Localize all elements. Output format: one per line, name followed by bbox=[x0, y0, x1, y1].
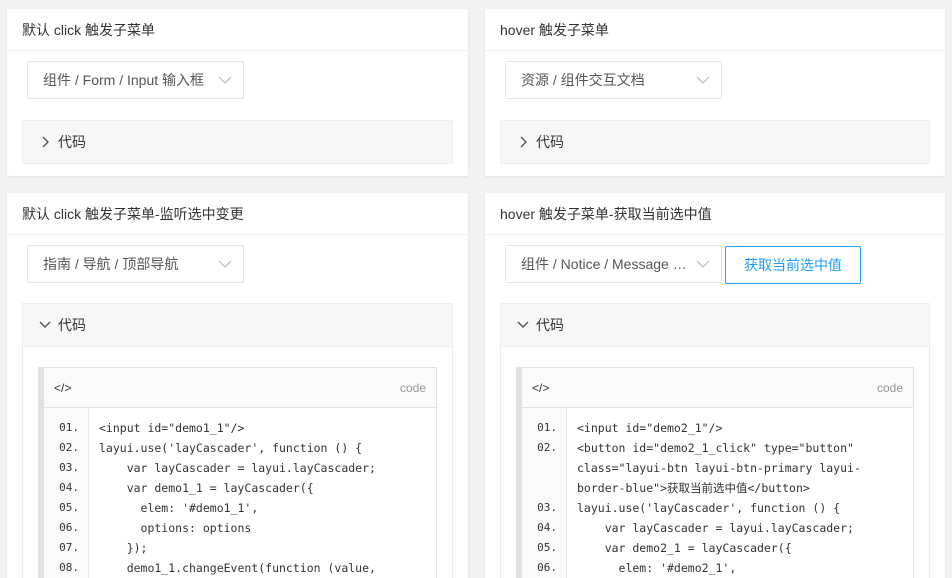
collapse-toggle[interactable]: 代码 bbox=[23, 121, 452, 163]
code-body: 01. 02. 03. 04. 05. 06. <input id="demo2… bbox=[522, 408, 913, 578]
chevron-right-icon bbox=[520, 136, 527, 148]
code-line: border-blue">获取当前选中值</button> bbox=[577, 481, 810, 495]
line-number: 08. bbox=[59, 561, 79, 574]
code-icon: </> bbox=[54, 381, 72, 395]
code-line: <button id="demo2_1_click" type="button" bbox=[577, 441, 854, 455]
cascader-select[interactable]: 组件 / Form / Input 输入框 bbox=[27, 61, 244, 99]
line-number: 03. bbox=[59, 461, 79, 474]
code-header: </> code bbox=[44, 368, 436, 408]
line-number-gutter: 01. 02. 03. 04. 05. 06. 07. 08. bbox=[44, 408, 89, 578]
card-body: 资源 / 组件交互文档 代码 bbox=[485, 51, 945, 174]
line-number: 06. bbox=[59, 521, 79, 534]
collapse-label: 代码 bbox=[536, 134, 564, 150]
chevron-right-icon bbox=[42, 136, 49, 148]
code-collapse: 代码 </> code 01. 02. 03. 04. 05. 06. 07. … bbox=[22, 303, 453, 578]
code-line: layui.use('layCascader', function () { bbox=[577, 501, 841, 515]
chevron-down-icon bbox=[696, 260, 710, 268]
line-number: 03. bbox=[537, 501, 557, 514]
code-lang-label: code bbox=[399, 381, 426, 395]
code-line: <input id="demo1_1"/> bbox=[99, 421, 245, 435]
code-collapse: 代码 bbox=[500, 120, 930, 164]
code-lines: <input id="demo1_1"/> layui.use('layCasc… bbox=[89, 408, 436, 578]
code-icon: </> bbox=[532, 381, 550, 395]
code-line: class="layui-btn layui-btn-primary layui… bbox=[577, 461, 861, 475]
collapse-label: 代码 bbox=[536, 317, 564, 333]
code-line: var demo1_1 = layCascader({ bbox=[99, 481, 314, 495]
cascader-value: 组件 / Form / Input 输入框 bbox=[43, 72, 205, 88]
card-title: 默认 click 触发子菜单 bbox=[7, 9, 468, 51]
card-body: 组件 / Form / Input 输入框 代码 bbox=[7, 51, 468, 174]
cascader-select[interactable]: 指南 / 导航 / 顶部导航 bbox=[27, 245, 244, 283]
code-lang-label: code bbox=[876, 381, 903, 395]
line-number: 04. bbox=[59, 481, 79, 494]
line-number: 05. bbox=[537, 541, 557, 554]
card-body: 指南 / 导航 / 顶部导航 代码 </> code 01. 02. 03. 0… bbox=[7, 235, 468, 578]
code-line: <input id="demo2_1"/> bbox=[577, 421, 723, 435]
code-line: var demo2_1 = layCascader({ bbox=[577, 541, 792, 555]
line-number-gutter: 01. 02. 03. 04. 05. 06. bbox=[522, 408, 567, 578]
line-number: 02. bbox=[59, 441, 79, 454]
line-number: 01. bbox=[59, 421, 79, 434]
card-body: 组件 / Notice / Message 全局提示 获取当前选中值 代码 </… bbox=[485, 235, 945, 578]
chevron-down-icon bbox=[218, 76, 232, 84]
collapse-toggle[interactable]: 代码 bbox=[23, 304, 452, 346]
card-hover-get-value: hover 触发子菜单-获取当前选中值 组件 / Notice / Messag… bbox=[485, 193, 945, 578]
line-number: 02. bbox=[537, 441, 557, 454]
collapse-toggle[interactable]: 代码 bbox=[501, 121, 929, 163]
code-header: </> code bbox=[522, 368, 913, 408]
code-body: 01. 02. 03. 04. 05. 06. 07. 08. <input i… bbox=[44, 408, 436, 578]
card-title: hover 触发子菜单 bbox=[485, 9, 945, 51]
code-line: var layCascader = layui.layCascader; bbox=[99, 461, 376, 475]
card-click-change-event: 默认 click 触发子菜单-监听选中变更 指南 / 导航 / 顶部导航 代码 … bbox=[7, 193, 468, 578]
cascader-value: 组件 / Notice / Message 全局提示 bbox=[521, 256, 722, 272]
get-selected-value-button[interactable]: 获取当前选中值 bbox=[725, 246, 861, 284]
line-number: 01. bbox=[537, 421, 557, 434]
card-click-submenu: 默认 click 触发子菜单 组件 / Form / Input 输入框 代码 bbox=[7, 9, 468, 176]
line-number: 07. bbox=[59, 541, 79, 554]
cascader-select[interactable]: 组件 / Notice / Message 全局提示 bbox=[505, 245, 722, 283]
code-line: var layCascader = layui.layCascader; bbox=[577, 521, 854, 535]
code-block: </> code 01. 02. 03. 04. 05. 06. 07. 08. bbox=[38, 367, 437, 578]
collapse-label: 代码 bbox=[58, 134, 86, 150]
line-number: 04. bbox=[537, 521, 557, 534]
code-line: }); bbox=[99, 541, 148, 555]
card-title: hover 触发子菜单-获取当前选中值 bbox=[485, 193, 945, 235]
code-line: elem: '#demo1_1', bbox=[99, 501, 259, 515]
chevron-down-icon bbox=[696, 76, 710, 84]
code-collapse: 代码 </> code 01. 02. 03. 04. 05. 06. <inp… bbox=[500, 303, 930, 578]
code-line: layui.use('layCascader', function () { bbox=[99, 441, 363, 455]
line-number: 05. bbox=[59, 501, 79, 514]
code-line: elem: '#demo2_1', bbox=[577, 561, 737, 575]
chevron-down-icon bbox=[517, 321, 529, 328]
cascader-select[interactable]: 资源 / 组件交互文档 bbox=[505, 61, 722, 99]
chevron-down-icon bbox=[218, 260, 232, 268]
line-number bbox=[522, 458, 566, 478]
code-lines: <input id="demo2_1"/> <button id="demo2_… bbox=[567, 408, 913, 578]
card-hover-submenu: hover 触发子菜单 资源 / 组件交互文档 代码 bbox=[485, 9, 945, 176]
collapse-label: 代码 bbox=[58, 317, 86, 333]
chevron-down-icon bbox=[39, 321, 51, 328]
code-line: options: options bbox=[99, 521, 252, 535]
card-title: 默认 click 触发子菜单-监听选中变更 bbox=[7, 193, 468, 235]
code-collapse: 代码 bbox=[22, 120, 453, 164]
code-block: </> code 01. 02. 03. 04. 05. 06. <input … bbox=[516, 367, 914, 578]
cascader-value: 指南 / 导航 / 顶部导航 bbox=[43, 256, 179, 272]
collapse-content: </> code 01. 02. 03. 04. 05. 06. <input … bbox=[501, 346, 929, 578]
collapse-content: </> code 01. 02. 03. 04. 05. 06. 07. 08. bbox=[23, 346, 452, 578]
code-line: demo1_1.changeEvent(function (value, bbox=[99, 561, 376, 575]
line-number bbox=[522, 478, 566, 498]
line-number: 06. bbox=[537, 561, 557, 574]
collapse-toggle[interactable]: 代码 bbox=[501, 304, 929, 346]
cascader-value: 资源 / 组件交互文档 bbox=[521, 72, 645, 88]
